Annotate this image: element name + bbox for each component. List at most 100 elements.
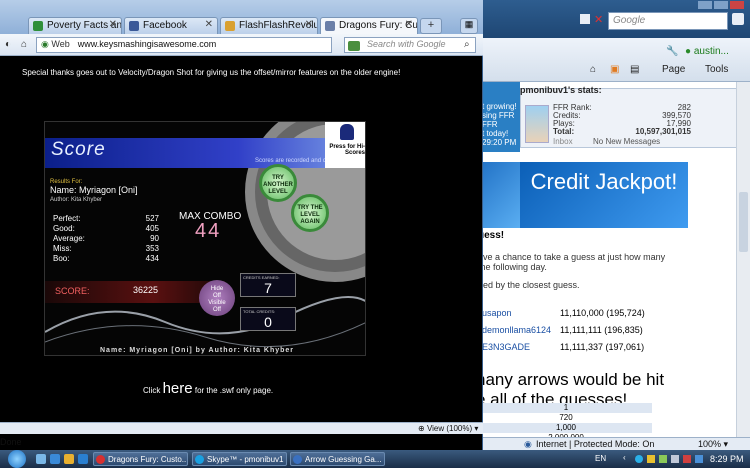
network-icon[interactable] <box>647 455 655 463</box>
tab-list-icon[interactable]: ▦ <box>460 18 478 34</box>
taskbar-item-skype[interactable]: Skype™ - pmonibuv1 <box>192 452 287 466</box>
volume-icon[interactable] <box>671 455 679 463</box>
show-desktop-icon[interactable] <box>36 454 46 464</box>
tab-facebook[interactable]: Facebook ✕ <box>124 17 218 34</box>
judgement-label: Miss: <box>53 244 72 253</box>
tab-poverty[interactable]: Poverty Facts and St...✕ <box>28 17 122 34</box>
search-provider-icon[interactable] <box>348 41 360 51</box>
scrollbar-thumb[interactable] <box>739 192 748 252</box>
user-stats-box: FFR Rank: 282 Credits: 399,570 Plays: 17… <box>520 88 750 148</box>
maximize-icon[interactable] <box>714 1 728 9</box>
search-icon[interactable] <box>732 13 744 25</box>
new-tab-button[interactable]: + <box>420 18 442 34</box>
credit-jackpot-banner[interactable]: Credit Jackpot! <box>520 162 688 228</box>
start-button[interactable] <box>8 450 26 468</box>
taskbar-item-label: Dragons Fury: Custo... <box>108 455 188 464</box>
opera-icon <box>96 455 105 464</box>
foreground-browser-window: Poverty Facts and St...✕ Facebook ✕ Flash… <box>0 0 483 450</box>
tools-menu[interactable]: Tools <box>705 64 728 75</box>
skype-tray-icon[interactable] <box>635 455 643 463</box>
toggle-line: Hide <box>210 286 224 292</box>
zoom-level[interactable]: 100% ▾ <box>698 439 728 450</box>
home-icon[interactable]: ⌂ <box>590 64 596 75</box>
media-icon[interactable] <box>78 454 88 464</box>
try-another-level-button[interactable]: TRY ANOTHER LEVEL <box>259 164 297 202</box>
update-tray-icon[interactable] <box>695 455 703 463</box>
background-search-input[interactable]: Google <box>608 12 728 30</box>
language-indicator[interactable]: EN <box>595 454 606 463</box>
url-text: www.keysmashingisawesome.com <box>77 39 217 49</box>
close-tab-icon[interactable]: ✕ <box>405 19 413 30</box>
tab-dragons-fury[interactable]: Dragons Fury: Custo...✕ <box>320 17 418 34</box>
clock[interactable]: 8:29 PM <box>710 454 744 464</box>
score-value: 36225 <box>133 285 159 295</box>
credits-earned-value: 7 <box>264 280 272 296</box>
page-menu[interactable]: Page <box>662 64 685 75</box>
judgement-label: Average: <box>53 234 85 243</box>
close-tab-icon[interactable]: ✕ <box>305 19 313 30</box>
score-bar: SCORE: 36225 <box>45 281 225 303</box>
taskbar: Dragons Fury: Custo... Skype™ - pmonibuv… <box>0 450 750 468</box>
ie-icon[interactable] <box>50 454 60 464</box>
tools-icon[interactable]: 🔧 <box>666 46 678 57</box>
print-icon[interactable]: ▤ <box>630 64 639 75</box>
address-bar: ◐ ⌂ ◉ Web www.keysmashingisawesome.com Se… <box>0 34 483 56</box>
zoom-control[interactable]: ⊕ View (100%) ▾ <box>418 424 478 433</box>
tab-flashflashrevolution[interactable]: FlashFlashRevolution ...✕ <box>220 17 318 34</box>
judgement-value: 434 <box>145 254 159 263</box>
security-zone[interactable]: Internet | Protected Mode: On <box>536 439 654 449</box>
url-input[interactable]: ◉ Web www.keysmashingisawesome.com <box>36 37 332 53</box>
user-indicator[interactable]: ● austin... <box>685 46 729 57</box>
folder-icon[interactable] <box>64 454 74 464</box>
guess-user-link[interactable]: E3N3GADE <box>482 342 530 352</box>
back-icon[interactable]: ◐ <box>2 39 14 51</box>
zoom-level-value: 100% <box>698 439 722 449</box>
guess-user-link[interactable]: usapon <box>482 308 512 318</box>
background-browser-window: ✕ Google ● austin... 🔧 ⌂ ▣ ▤ Page Tools … <box>470 0 750 450</box>
blurb-line: sing FFR <box>482 111 515 120</box>
google-search-input[interactable]: Search with Google <box>344 37 476 53</box>
swf-only-link[interactable]: here <box>163 380 193 397</box>
number-row: 1 <box>480 403 652 413</box>
judgement-label: Perfect: <box>53 214 81 223</box>
toggle-line: Off <box>213 293 221 299</box>
stop-icon[interactable]: ✕ <box>594 13 603 26</box>
blurb-line: FFR <box>482 120 498 129</box>
guess-user-link[interactable]: demonllama6124 <box>482 325 551 335</box>
close-tab-icon[interactable]: ✕ <box>205 19 213 30</box>
tray-arrow-icon[interactable]: ‹ <box>623 453 626 462</box>
guess-value: 11,110,000 (195,724) <box>560 308 645 318</box>
site-icon <box>225 21 235 31</box>
feeds-icon[interactable]: ▣ <box>610 64 619 75</box>
page-icon <box>325 21 335 31</box>
home-icon[interactable]: ⌂ <box>18 39 30 51</box>
number-row: 720 <box>480 413 652 423</box>
battery-icon[interactable] <box>659 455 667 463</box>
inbox-status: No New Messages <box>593 137 661 146</box>
avatar[interactable] <box>525 105 549 143</box>
visibility-toggle[interactable]: Hide Off Visible Off <box>199 280 235 316</box>
inbox-link[interactable]: Inbox <box>553 137 573 146</box>
taskbar-item-arrow-guessing[interactable]: Arrow Guessing Ga... <box>290 452 385 466</box>
taskbar-item-dragons-fury[interactable]: Dragons Fury: Custo... <box>93 452 188 466</box>
refresh-icon[interactable] <box>580 14 590 24</box>
vertical-scrollbar[interactable] <box>736 82 750 437</box>
search-icon[interactable]: ⌕ <box>464 39 470 50</box>
security-tray-icon[interactable] <box>683 455 691 463</box>
score-header: Score Scores are recorded and compared <box>45 138 365 168</box>
facebook-icon <box>129 21 139 31</box>
swf-link-line: Click here for the .swf only page. <box>143 380 273 397</box>
game-score-panel[interactable]: Score Scores are recorded and compared P… <box>44 121 366 356</box>
search-engine-label: Web <box>51 39 70 49</box>
blurb-line: 29:20 PM <box>482 138 517 147</box>
background-status-bar: ◉ Internet | Protected Mode: On 100% ▾ <box>470 437 750 450</box>
guess-description: the following day. <box>478 262 547 272</box>
close-icon[interactable] <box>730 1 744 9</box>
click-prefix: Click <box>143 386 161 395</box>
minimize-icon[interactable] <box>698 1 712 9</box>
judgement-value: 527 <box>145 214 159 223</box>
close-tab-icon[interactable]: ✕ <box>109 19 117 30</box>
total-credits-box: TOTAL CREDITS: 0 <box>240 307 296 331</box>
guess-value: 11,111,111 (196,835) <box>560 325 643 335</box>
try-level-again-button[interactable]: TRY THE LEVEL AGAIN <box>291 194 329 232</box>
